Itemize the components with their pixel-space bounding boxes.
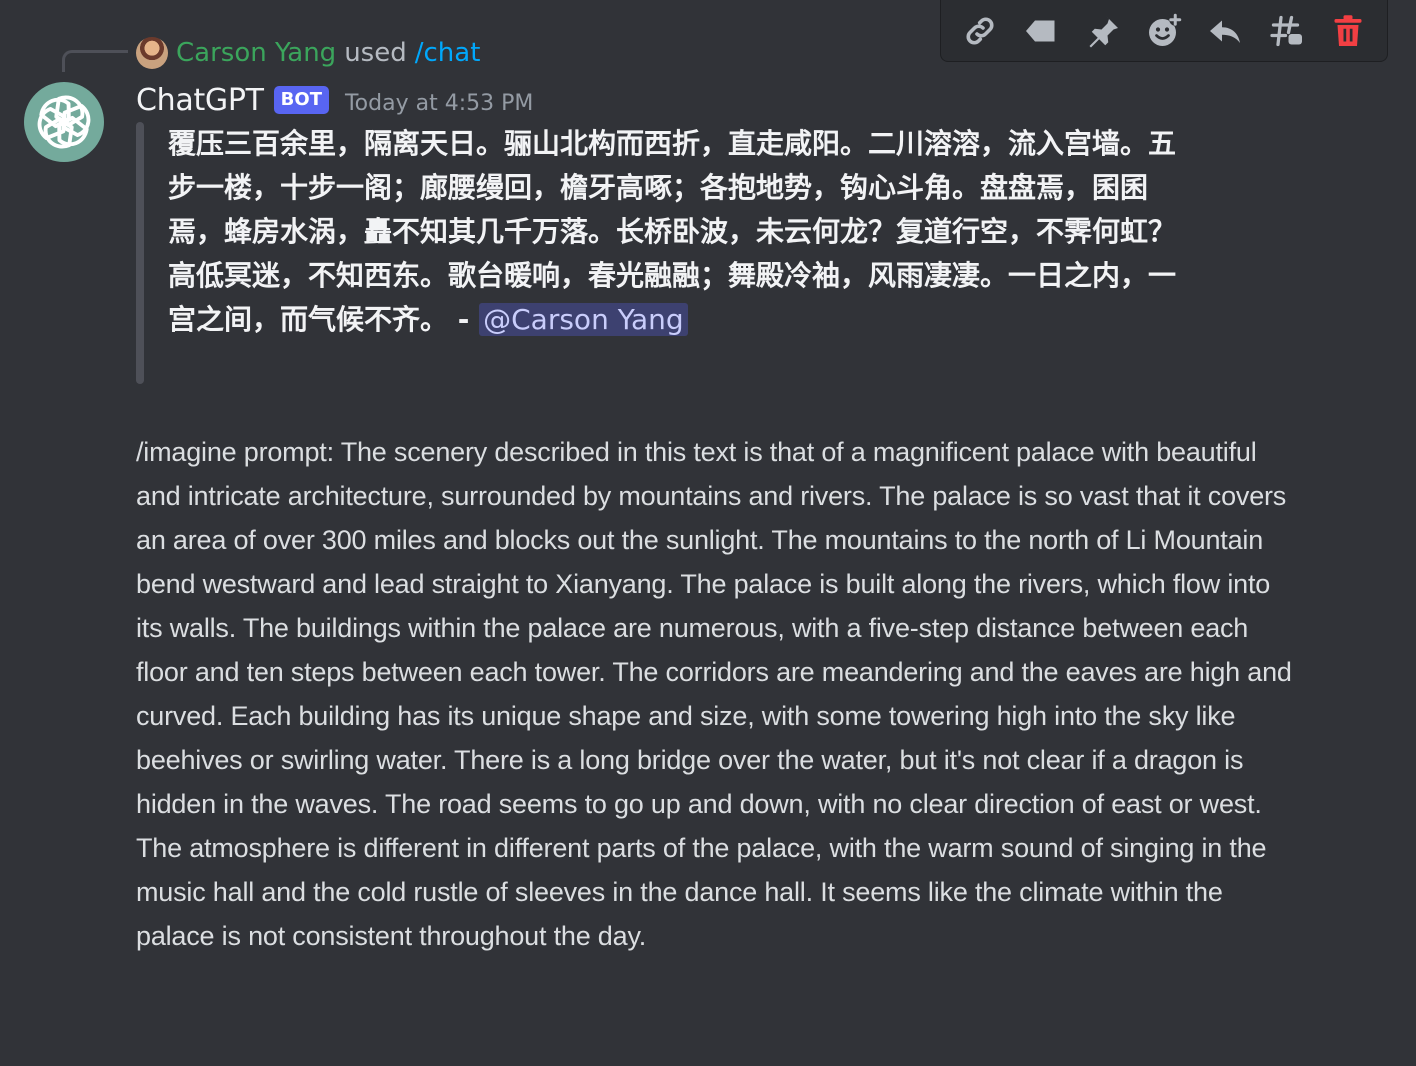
reply-button[interactable] (1201, 7, 1249, 55)
reply-context[interactable]: Carson Yang used /chat (136, 34, 480, 72)
tag-button[interactable] (1017, 7, 1065, 55)
avatar[interactable] (24, 82, 104, 162)
tag-icon (1026, 20, 1055, 41)
message-body: /imagine prompt: The scenery described i… (136, 437, 1292, 951)
quote-text: 覆压三百余里，隔离天日。骊山北构而西折，直走咸阳。二川溶溶，流入宫墙。五步一楼，… (168, 122, 1198, 384)
block-quote: 覆压三百余里，隔离天日。骊山北构而西折，直走咸阳。二川溶溶，流入宫墙。五步一楼，… (136, 122, 1216, 384)
pin-icon (1089, 15, 1118, 47)
message-actions-toolbar (940, 0, 1388, 62)
reply-command[interactable]: /chat (415, 38, 481, 68)
quote-bar (136, 122, 144, 384)
create-thread-button[interactable] (1263, 7, 1311, 55)
delete-button[interactable] (1324, 7, 1372, 55)
reply-icon (1210, 20, 1241, 43)
user-mention[interactable]: @Carson Yang (479, 303, 688, 336)
reply-username[interactable]: Carson Yang (176, 38, 336, 68)
message-view: Carson Yang used /chat ChatGPT BOT Today… (0, 0, 1416, 1066)
timestamp[interactable]: Today at 4:53 PM (345, 91, 533, 116)
reply-avatar[interactable] (136, 37, 168, 69)
message-header: ChatGPT BOT Today at 4:53 PM (136, 80, 533, 120)
add-reaction-button[interactable] (1140, 7, 1188, 55)
openai-logo-icon (37, 95, 91, 149)
pin-button[interactable] (1079, 7, 1127, 55)
copy-link-button[interactable] (956, 7, 1004, 55)
bot-badge: BOT (273, 86, 329, 114)
add-reaction-icon (1148, 13, 1182, 46)
reply-spine (62, 50, 128, 72)
copy-link-icon (966, 17, 994, 44)
reply-action-text: used (344, 38, 407, 68)
create-thread-icon (1270, 15, 1302, 46)
delete-icon (1334, 14, 1362, 46)
username[interactable]: ChatGPT (136, 83, 264, 118)
